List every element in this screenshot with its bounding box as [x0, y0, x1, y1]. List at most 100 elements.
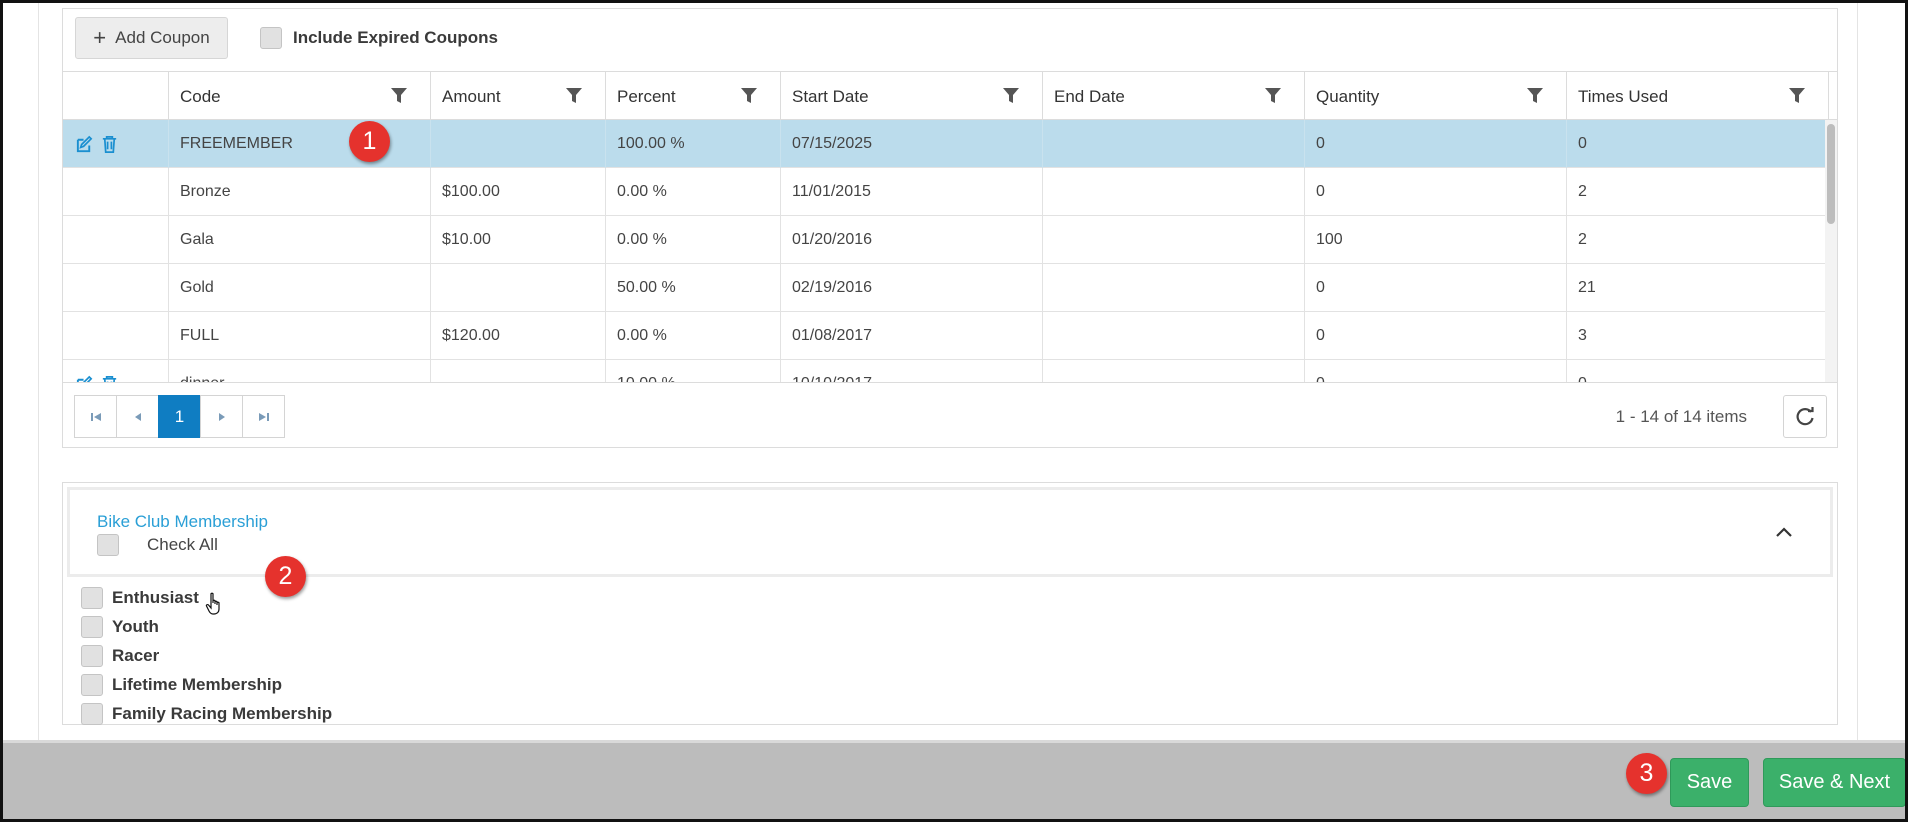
header-start-date[interactable]: Start Date: [781, 72, 1043, 121]
last-page-button[interactable]: [242, 395, 285, 438]
table-row[interactable]: Gold 50.00 % 02/19/2016 0 21: [63, 264, 1837, 312]
trash-icon[interactable]: [100, 135, 119, 154]
cell-start-date: 11/01/2015: [781, 168, 1043, 216]
filter-icon[interactable]: [565, 87, 583, 105]
table-row[interactable]: FREEMEMBER 100.00 % 07/15/2025 0 0: [63, 120, 1837, 168]
edit-icon[interactable]: [75, 375, 94, 383]
pager-info: 1 - 14 of 14 items: [1615, 407, 1747, 426]
membership-checkbox[interactable]: [81, 702, 103, 725]
cell-times-used: 0: [1567, 120, 1829, 168]
header-end-date[interactable]: End Date: [1043, 72, 1305, 121]
table-row[interactable]: Bronze $100.00 0.00 % 11/01/2015 0 2: [63, 168, 1837, 216]
cell-code: Gold: [169, 264, 431, 312]
add-coupon-button[interactable]: + Add Coupon: [75, 17, 228, 59]
cell-code: Gala: [169, 216, 431, 264]
step-badge-3: 3: [1626, 753, 1667, 794]
cell-times-used: 2: [1567, 216, 1829, 264]
cell-amount: [431, 264, 606, 312]
filter-icon[interactable]: [1526, 87, 1544, 105]
row-actions: [63, 216, 169, 264]
cell-quantity: 0: [1305, 120, 1567, 168]
table-row[interactable]: dinner 10.00 % 10/10/2017 0 0: [63, 360, 1837, 382]
filter-icon[interactable]: [1264, 87, 1282, 105]
cell-percent: 50.00 %: [606, 264, 781, 312]
pager-buttons: 1: [74, 395, 285, 438]
filter-icon[interactable]: [740, 87, 758, 105]
check-all[interactable]: Check All: [97, 534, 218, 556]
save-next-button[interactable]: Save & Next: [1763, 758, 1906, 807]
cell-amount: $100.00: [431, 168, 606, 216]
cell-percent: 0.00 %: [606, 168, 781, 216]
step-badge-1: 1: [349, 121, 390, 162]
next-page-button[interactable]: [200, 395, 243, 438]
cell-amount: $10.00: [431, 216, 606, 264]
save-button[interactable]: Save: [1670, 758, 1749, 807]
membership-panel: Bike Club Membership Check All Enthusias…: [62, 482, 1838, 725]
header-times-used[interactable]: Times Used: [1567, 72, 1829, 121]
row-actions: [63, 264, 169, 312]
edit-icon[interactable]: [75, 135, 94, 154]
membership-checkbox[interactable]: [81, 673, 103, 696]
first-page-icon: [90, 412, 101, 421]
scrollbar-thumb[interactable]: [1827, 124, 1835, 224]
next-page-icon: [218, 412, 225, 421]
list-item[interactable]: Lifetime Membership: [81, 670, 332, 699]
cell-code: dinner: [169, 360, 431, 382]
header-label: Code: [180, 86, 221, 106]
cell-percent: 10.00 %: [606, 360, 781, 382]
filter-icon[interactable]: [1002, 87, 1020, 105]
list-item[interactable]: Racer: [81, 641, 332, 670]
cell-amount: [431, 360, 606, 382]
cell-end-date: [1043, 264, 1305, 312]
cell-quantity: 100: [1305, 216, 1567, 264]
trash-icon[interactable]: [100, 375, 119, 383]
coupons-grid: + Add Coupon Include Expired Coupons Cod…: [62, 8, 1838, 448]
cell-start-date: 02/19/2016: [781, 264, 1043, 312]
hand-cursor-icon: [205, 592, 220, 615]
table-scrollbar[interactable]: [1825, 120, 1837, 382]
check-all-label: Check All: [147, 535, 218, 554]
header-quantity[interactable]: Quantity: [1305, 72, 1567, 121]
filter-icon[interactable]: [1788, 87, 1806, 105]
check-all-checkbox[interactable]: [97, 534, 119, 556]
prev-page-button[interactable]: [116, 395, 159, 438]
cell-end-date: [1043, 216, 1305, 264]
cell-quantity: 0: [1305, 168, 1567, 216]
cell-times-used: 3: [1567, 312, 1829, 360]
filter-icon[interactable]: [390, 87, 408, 105]
membership-checkbox[interactable]: [81, 644, 103, 667]
cell-end-date: [1043, 120, 1305, 168]
header-label: Percent: [617, 86, 676, 106]
include-expired-checkbox[interactable]: [260, 27, 282, 49]
membership-checkbox[interactable]: [81, 586, 103, 609]
cell-times-used: 2: [1567, 168, 1829, 216]
header-percent[interactable]: Percent: [606, 72, 781, 121]
first-page-button[interactable]: [74, 395, 117, 438]
header-label: Start Date: [792, 86, 869, 106]
cell-quantity: 0: [1305, 312, 1567, 360]
cell-code: Bronze: [169, 168, 431, 216]
last-page-icon: [258, 412, 269, 421]
cell-code: FULL: [169, 312, 431, 360]
grid-toolbar: + Add Coupon Include Expired Coupons: [63, 9, 1837, 71]
chevron-up-icon[interactable]: [1774, 525, 1794, 539]
membership-title[interactable]: Bike Club Membership: [97, 512, 268, 532]
cell-end-date: [1043, 360, 1305, 382]
list-item[interactable]: Youth: [81, 612, 332, 641]
page-1-button[interactable]: 1: [158, 395, 201, 438]
membership-label: Family Racing Membership: [112, 703, 333, 723]
include-expired-toggle[interactable]: Include Expired Coupons: [260, 27, 498, 49]
header-amount[interactable]: Amount: [431, 72, 606, 121]
table-row[interactable]: FULL $120.00 0.00 % 01/08/2017 0 3: [63, 312, 1837, 360]
header-code[interactable]: Code: [169, 72, 431, 121]
refresh-button[interactable]: [1783, 395, 1827, 438]
row-actions: [63, 360, 169, 382]
cell-amount: [431, 120, 606, 168]
pager: 1 1 - 14 of 14 items: [63, 382, 1837, 448]
membership-label: Lifetime Membership: [112, 674, 283, 694]
table-row[interactable]: Gala $10.00 0.00 % 01/20/2016 100 2: [63, 216, 1837, 264]
list-item[interactable]: Family Racing Membership: [81, 699, 332, 728]
membership-label: Enthusiast: [112, 587, 199, 607]
membership-checkbox[interactable]: [81, 615, 103, 638]
header-label: Quantity: [1316, 86, 1380, 106]
